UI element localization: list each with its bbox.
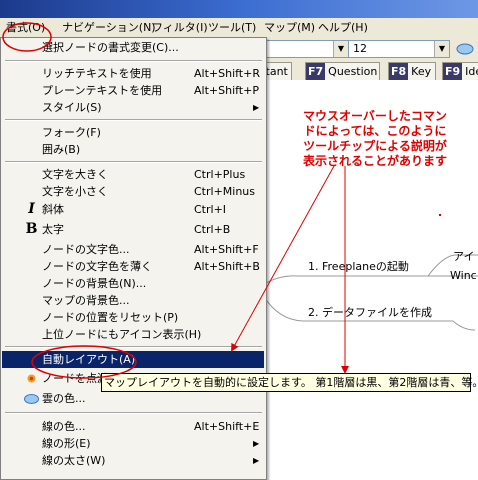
highlight-circle-auto-layout bbox=[31, 345, 137, 379]
annotation-overlay bbox=[2, 22, 349, 379]
highlight-circle-format-menu bbox=[2, 22, 52, 52]
annotation-arrow bbox=[231, 165, 335, 352]
